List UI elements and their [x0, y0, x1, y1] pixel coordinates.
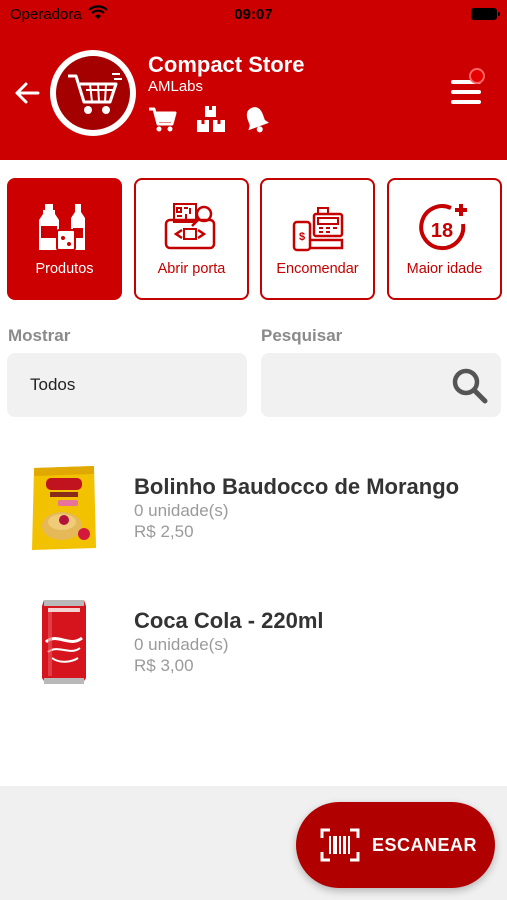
product-name: Bolinho Baudocco de Morango — [134, 474, 460, 499]
cart-icon[interactable] — [147, 104, 177, 134]
18-plus-icon: 18 — [418, 204, 467, 251]
shopping-cart-logo-icon — [68, 73, 122, 114]
store-subtitle: AMLabs — [148, 78, 204, 95]
category-order[interactable]: $ Encomendar — [260, 178, 375, 300]
svg-text:$: $ — [298, 231, 304, 243]
category-open-door[interactable]: Abrir porta — [134, 178, 249, 300]
search-label: Pesquisar — [261, 326, 343, 345]
category-adult[interactable]: 18 Maior idade — [387, 178, 502, 300]
boxes-icon[interactable] — [195, 104, 227, 134]
store-name: Compact Store — [148, 52, 305, 77]
notification-dot — [469, 68, 485, 84]
scan-button-label: ESCANEAR — [372, 835, 478, 855]
product-image-bolinho — [32, 466, 96, 550]
category-adult-label: Maior idade — [406, 261, 483, 277]
product-price: R$ 2,50 — [134, 522, 194, 541]
category-order-label: Encomendar — [276, 261, 359, 277]
products-icon — [38, 204, 85, 251]
product-name: Coca Cola - 220ml — [134, 608, 324, 633]
open-door-icon — [164, 203, 215, 250]
search-field[interactable] — [261, 353, 501, 417]
product-quantity: 0 unidade(s) — [134, 635, 229, 654]
svg-text:18: 18 — [430, 220, 452, 242]
search-icon[interactable] — [451, 367, 489, 405]
show-select-value: Todos — [30, 375, 76, 394]
bell-icon[interactable] — [243, 104, 269, 134]
category-open-door-label: Abrir porta — [157, 261, 226, 277]
scan-button[interactable]: ESCANEAR — [296, 802, 495, 888]
battery-icon — [471, 8, 500, 20]
status-bar: Operadora 09:07 — [0, 0, 507, 28]
category-products-label: Produtos — [35, 261, 94, 277]
back-arrow-icon[interactable] — [12, 78, 42, 108]
app-header: Operadora 09:07 Compact Store AMLabs — [0, 0, 507, 160]
show-label: Mostrar — [8, 326, 71, 345]
product-price: R$ 3,00 — [134, 656, 194, 675]
product-quantity: 0 unidade(s) — [134, 501, 229, 520]
status-time: 09:07 — [234, 6, 273, 23]
show-select[interactable]: Todos — [7, 353, 247, 417]
product-item[interactable]: Coca Cola - 220ml 0 unidade(s) R$ 3,00 — [0, 598, 507, 708]
order-icon: $ — [292, 207, 343, 252]
store-logo — [50, 50, 136, 136]
search-input[interactable] — [273, 367, 443, 403]
product-image-coca-cola — [42, 600, 86, 684]
product-item[interactable]: Bolinho Baudocco de Morango 0 unidade(s)… — [0, 464, 507, 574]
category-products[interactable]: Produtos — [7, 178, 122, 300]
barcode-scan-icon — [320, 828, 360, 862]
